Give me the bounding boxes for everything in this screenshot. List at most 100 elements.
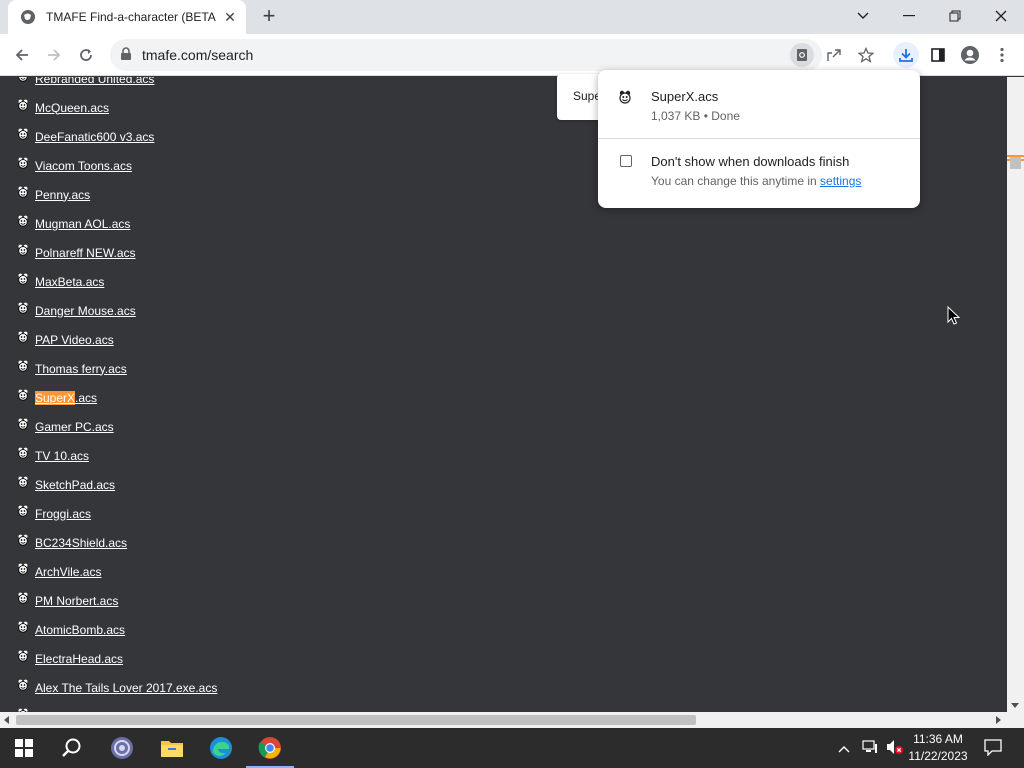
address-bar[interactable]: tmafe.com/search [110,39,822,71]
file-link[interactable]: Thomas ferry.acs [35,362,127,376]
minimize-button[interactable] [886,4,932,28]
file-link[interactable]: Viacom Toons.acs [35,159,132,173]
list-item: McQueen.acs [17,93,217,122]
system-clock[interactable]: 11:36 AM 11/22/2023 [902,731,974,765]
mouse-cursor-icon [947,305,961,331]
list-item: ArchVile.acs [17,557,217,586]
profile-avatar-icon[interactable] [958,43,982,67]
file-link[interactable]: Polnareff NEW.acs [35,246,136,260]
search-icon[interactable] [48,728,96,768]
file-explorer-icon[interactable] [148,728,196,768]
globe-icon [20,9,36,25]
file-link[interactable]: Gamer PC.acs [35,420,114,434]
list-item: PM Norbert.acs [17,586,217,615]
list-item: Danger Mouse.acs [17,296,217,325]
agent-face-icon [17,301,29,314]
dont-show-checkbox[interactable] [620,155,632,167]
restore-button[interactable] [932,4,978,28]
scrollbar-corner [1007,712,1024,728]
agent-face-icon [17,330,29,343]
horizontal-scroll-thumb[interactable] [16,715,696,725]
file-link[interactable]: SuperX.acs [35,390,97,405]
tab-search-chevron-icon[interactable] [840,4,886,28]
new-tab-button[interactable]: + [258,5,280,28]
find-in-page-icon[interactable] [790,43,814,67]
agent-face-icon [17,214,29,227]
list-item: SketchPad.acs [17,470,217,499]
list-item: Thomas ferry.acs [17,354,217,383]
bookmark-star-icon[interactable] [854,43,878,67]
back-button[interactable] [10,43,34,67]
list-item: B... [17,702,217,712]
file-link[interactable]: McQueen.acs [35,101,109,115]
lock-icon[interactable] [120,47,132,66]
file-link[interactable]: Rebranded United.acs [35,77,154,86]
close-window-button[interactable] [978,4,1024,28]
forward-button[interactable] [42,43,66,67]
tab-title: TMAFE Find-a-character (BETA) [46,10,216,24]
list-item: BC234Shield.acs [17,528,217,557]
settings-hint-text: You can change this anytime in [651,174,817,188]
horizontal-scrollbar[interactable] [0,712,1007,728]
downloads-icon[interactable] [893,42,919,68]
windows-start-icon[interactable] [0,728,48,768]
share-icon[interactable] [822,43,846,67]
agent-face-icon [17,388,29,401]
reload-button[interactable] [74,43,98,67]
list-item: Viacom Toons.acs [17,151,217,180]
side-panel-icon[interactable] [926,43,950,67]
notifications-icon[interactable] [984,739,1002,761]
list-item: Froggi.acs [17,499,217,528]
edge-browser-icon[interactable] [197,728,245,768]
vertical-scroll-thumb[interactable] [1010,157,1021,169]
file-link[interactable]: ElectraHead.acs [35,652,123,666]
file-link[interactable]: TV 10.acs [35,449,89,463]
vertical-scrollbar[interactable] [1007,77,1024,712]
agent-face-icon [17,504,29,517]
list-item: Mugman AOL.acs [17,209,217,238]
scroll-down-arrow-icon[interactable] [1011,703,1019,708]
file-link[interactable]: Penny.acs [35,188,90,202]
list-item: Penny.acs [17,180,217,209]
list-item: SuperX.acs [17,383,217,412]
file-link[interactable]: SketchPad.acs [35,478,115,492]
list-item: Gamer PC.acs [17,412,217,441]
file-link[interactable]: ArchVile.acs [35,565,101,579]
app-swirl-icon[interactable] [98,728,146,768]
menu-kebab-icon[interactable] [990,43,1014,67]
agent-face-icon [17,591,29,604]
list-item: AtomicBomb.acs [17,615,217,644]
file-link[interactable]: AtomicBomb.acs [35,623,125,637]
scroll-right-arrow-icon[interactable] [996,716,1001,724]
list-item: PAP Video.acs [17,325,217,354]
file-link[interactable]: Mugman AOL.acs [35,217,130,231]
list-item: MaxBeta.acs [17,267,217,296]
divider [598,138,920,139]
tab-strip: TMAFE Find-a-character (BETA) ✕ + [0,0,1024,34]
browser-tab[interactable]: TMAFE Find-a-character (BETA) ✕ [8,0,246,34]
file-link[interactable]: BC234Shield.acs [35,536,127,550]
chrome-browser-icon[interactable] [246,728,294,768]
close-tab-icon[interactable]: ✕ [222,9,238,25]
list-item: DeeFanatic600 v3.acs [17,122,217,151]
file-link[interactable]: MaxBeta.acs [35,275,104,289]
agent-face-icon [17,77,29,82]
file-link[interactable]: Alex The Tails Lover 2017.exe.acs [35,681,217,695]
file-link[interactable]: DeeFanatic600 v3.acs [35,130,154,144]
file-link[interactable]: PM Norbert.acs [35,594,118,608]
file-link[interactable]: Froggi.acs [35,507,91,521]
agent-face-icon [17,678,29,691]
download-filename[interactable]: SuperX.acs [651,89,718,104]
file-link[interactable]: PAP Video.acs [35,333,114,347]
list-item: Alex The Tails Lover 2017.exe.acs [17,673,217,702]
agent-face-icon [618,90,632,109]
agent-face-icon [17,156,29,169]
network-icon[interactable] [862,740,878,759]
download-status: 1,037 KB • Done [651,109,740,123]
list-item: ElectraHead.acs [17,644,217,673]
clock-time: 11:36 AM [913,732,963,746]
show-hidden-icons-chevron-icon[interactable] [838,740,850,758]
scroll-left-arrow-icon[interactable] [4,716,9,724]
file-link[interactable]: Danger Mouse.acs [35,304,136,318]
settings-link[interactable]: settings [820,174,861,188]
